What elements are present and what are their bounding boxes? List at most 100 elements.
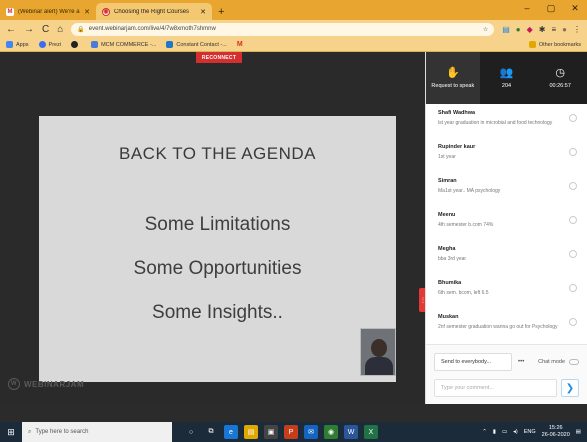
network-icon[interactable]: ▭ xyxy=(502,429,507,435)
radio-icon[interactable] xyxy=(569,250,577,258)
gmail-icon: M xyxy=(6,7,14,16)
url-text: event.webinarjam.com/live/4/7w8xmoth7shm… xyxy=(88,26,216,32)
battery-icon[interactable]: ▮ xyxy=(493,429,496,435)
browser-tab-strip: M (Webinar alert) We're about to s ✕ ◉ C… xyxy=(0,0,587,20)
chat-controls: Send to everybody... ••• Chat mode Type … xyxy=(426,344,587,404)
extension-icon[interactable]: ◆ xyxy=(527,25,533,34)
home-icon[interactable]: ⌂ xyxy=(57,24,63,35)
minimize-button[interactable]: – xyxy=(515,0,539,16)
elapsed-timer: ◷ 00:26:57 xyxy=(549,66,571,89)
bookmark-gmail[interactable]: M xyxy=(237,41,243,48)
bookmark-mcm-commerce[interactable]: MCM COMMERCE -... xyxy=(91,41,156,48)
bookmark-icon xyxy=(166,41,174,48)
excel-icon[interactable]: X xyxy=(364,425,378,439)
radio-icon[interactable] xyxy=(569,284,577,292)
extensions: ▤ ● ◆ ✱ ≡ ● ⋮ xyxy=(502,25,581,34)
chrome-icon[interactable]: ◉ xyxy=(324,425,338,439)
queue-icon[interactable]: ≡ xyxy=(551,25,556,34)
puzzle-icon[interactable]: ✱ xyxy=(539,25,546,34)
slide-line: Some Opportunities xyxy=(133,258,302,279)
word-icon[interactable]: W xyxy=(344,425,358,439)
list-item[interactable]: Bhumika 6th sem. bcom, left 6.5 xyxy=(426,274,587,308)
request-to-speak-button[interactable]: ✋ Request to speak xyxy=(426,52,480,104)
radio-icon[interactable] xyxy=(569,114,577,122)
list-item[interactable]: Megha bba 3rd year xyxy=(426,240,587,274)
list-item[interactable]: Muskan 2nf semester graduation wanna go o… xyxy=(426,308,587,342)
more-options-icon[interactable]: ••• xyxy=(518,359,524,365)
volume-icon[interactable]: ◂) xyxy=(513,429,518,435)
taskbar-apps: ○ ⧉ e ▤ ▣ P ✉ ◉ W X xyxy=(184,425,378,439)
people-icon: 👥 xyxy=(499,66,514,79)
bookmark-prezi[interactable]: Prezi xyxy=(38,41,61,48)
other-bookmarks[interactable]: Other bookmarks xyxy=(528,41,581,48)
tab-choosing-courses[interactable]: ◉ Choosing the Right Courses ✕ xyxy=(96,3,212,20)
store-icon[interactable]: ▣ xyxy=(264,425,278,439)
tab-webinar-alert[interactable]: M (Webinar alert) We're about to s ✕ xyxy=(0,3,96,20)
list-item[interactable]: Meenu 4th semester b.com 74% xyxy=(426,206,587,240)
hand-icon: ✋ xyxy=(445,66,460,79)
avatar[interactable]: ● xyxy=(562,25,567,34)
windows-taskbar: ⊞ ⌕ Type here to search ○ ⧉ e ▤ ▣ P ✉ ◉ … xyxy=(0,422,587,442)
list-item[interactable]: Shafi Wadhwa lst year graduation in micro… xyxy=(426,104,587,138)
radio-icon[interactable] xyxy=(569,216,577,224)
slide-line: Some Insights.. xyxy=(152,302,283,323)
bookmark-icon xyxy=(71,41,79,48)
notification-icon[interactable]: ▤ xyxy=(576,429,581,435)
address-toolbar: ← → C ⌂ 🔒 event.webinarjam.com/live/4/7w… xyxy=(0,20,587,38)
gmail-icon: M xyxy=(236,41,243,48)
bookmarks-bar: Apps Prezi MCM COMMERCE -... Constant Co… xyxy=(0,38,587,52)
list-item[interactable]: Simran Ma1st year.. MA psychology xyxy=(426,172,587,206)
radio-icon[interactable] xyxy=(569,148,577,156)
apps-grid-icon xyxy=(6,41,13,48)
clock-icon: ◷ xyxy=(555,66,565,79)
close-window-button[interactable]: ✕ xyxy=(563,0,587,16)
mail-icon[interactable]: ✉ xyxy=(304,425,318,439)
folder-icon xyxy=(528,41,536,48)
toggle-icon[interactable] xyxy=(569,359,579,365)
radio-icon[interactable] xyxy=(569,182,577,190)
file-explorer-icon[interactable]: ▤ xyxy=(244,425,258,439)
search-circle-icon[interactable]: ○ xyxy=(184,425,198,439)
taskbar-search-input[interactable]: ⌕ Type here to search xyxy=(22,422,172,442)
slide-line: Some Limitations xyxy=(144,214,291,235)
new-tab-button[interactable]: + xyxy=(212,3,230,20)
reconnect-button[interactable]: RECONNECT xyxy=(196,52,242,63)
url-bar[interactable]: 🔒 event.webinarjam.com/live/4/7w8xmoth7s… xyxy=(71,22,495,36)
list-item[interactable]: Rupinder kaur 1st year xyxy=(426,138,587,172)
extension-icon[interactable]: ▤ xyxy=(502,25,510,34)
chevron-up-icon[interactable]: ⌃ xyxy=(482,429,487,435)
taskbar-clock[interactable]: 15:26 26-06-2020 xyxy=(542,425,570,439)
webinarjam-icon: W xyxy=(8,378,20,390)
language-indicator[interactable]: ENG xyxy=(524,429,536,435)
close-icon[interactable]: ✕ xyxy=(84,8,90,16)
slide-heading: BACK TO THE AGENDA xyxy=(118,144,316,163)
bookmark-constant-contact[interactable]: Constant Contact -... xyxy=(166,41,227,48)
window-controls: – ▢ ✕ xyxy=(515,0,587,16)
maximize-button[interactable]: ▢ xyxy=(539,0,563,16)
task-view-icon[interactable]: ⧉ xyxy=(204,425,218,439)
send-button[interactable]: ❯ xyxy=(561,379,579,397)
reload-icon[interactable]: C xyxy=(42,24,49,35)
edge-icon[interactable]: e xyxy=(224,425,238,439)
attendee-count[interactable]: 👥 204 xyxy=(480,52,534,104)
windows-start-icon[interactable]: ⊞ xyxy=(0,422,22,442)
extension-icon[interactable]: ● xyxy=(516,25,521,34)
tab-label: Choosing the Right Courses xyxy=(114,8,190,15)
bookmark-generic[interactable] xyxy=(71,41,81,48)
attendee-list: Shafi Wadhwa lst year graduation in micro… xyxy=(426,104,587,344)
attendee-panel: ✋ Request to speak 👥 204 ◷ 00:26:57 Shaf… xyxy=(425,52,587,404)
back-icon[interactable]: ← xyxy=(6,24,16,35)
bookmark-apps[interactable]: Apps xyxy=(6,41,29,48)
menu-icon[interactable]: ⋮ xyxy=(573,25,581,34)
prezi-icon xyxy=(38,41,46,48)
search-icon: ⌕ xyxy=(28,428,32,435)
close-icon[interactable]: ✕ xyxy=(200,8,206,16)
presenter-webcam xyxy=(360,328,396,376)
powerpoint-icon[interactable]: P xyxy=(284,425,298,439)
send-to-select[interactable]: Send to everybody... xyxy=(434,353,512,371)
comment-input[interactable]: Type your comment... xyxy=(434,379,557,397)
chat-mode-toggle[interactable]: Chat mode xyxy=(538,359,579,365)
radio-icon[interactable] xyxy=(569,318,577,326)
forward-icon[interactable]: → xyxy=(24,24,34,35)
star-icon[interactable]: ☆ xyxy=(483,26,488,33)
